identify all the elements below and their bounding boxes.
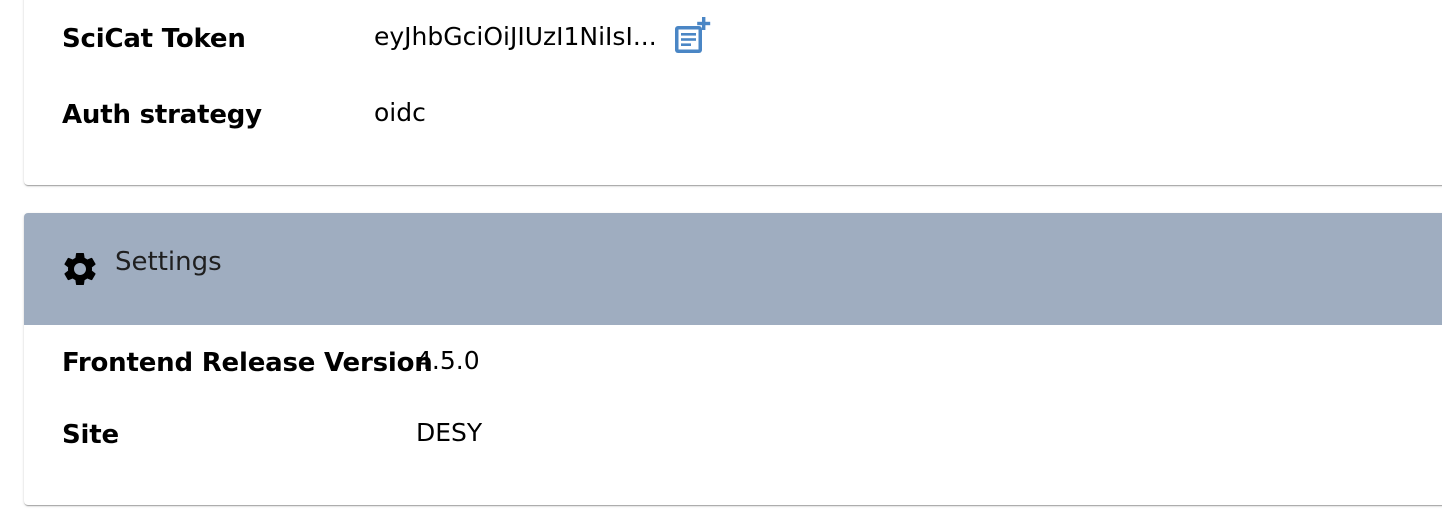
frontend-release-version-row: Frontend Release Version bbox=[62, 345, 433, 381]
scicat-token-row: SciCat Token bbox=[62, 21, 246, 57]
settings-card: Settings Frontend Release Version 4.5.0 … bbox=[24, 213, 1442, 505]
scicat-token-label: SciCat Token bbox=[62, 24, 246, 54]
auth-strategy-row: Auth strategy bbox=[62, 97, 262, 133]
user-info-card: SciCat Token eyJhbGciOiJIUzI1NiIsI... Au… bbox=[24, 0, 1442, 185]
copy-to-clipboard-icon[interactable] bbox=[672, 17, 712, 57]
auth-strategy-label: Auth strategy bbox=[62, 100, 262, 130]
auth-strategy-value: oidc bbox=[374, 98, 426, 127]
site-label: Site bbox=[62, 420, 119, 450]
settings-header: Settings bbox=[24, 213, 1442, 325]
scicat-token-value: eyJhbGciOiJIUzI1NiIsI... bbox=[374, 22, 657, 51]
frontend-release-version-value: 4.5.0 bbox=[416, 346, 480, 375]
settings-title: Settings bbox=[115, 247, 222, 277]
gear-icon bbox=[60, 249, 100, 289]
site-value: DESY bbox=[416, 418, 483, 447]
frontend-release-version-label: Frontend Release Version bbox=[62, 348, 433, 378]
site-row: Site bbox=[62, 417, 119, 453]
